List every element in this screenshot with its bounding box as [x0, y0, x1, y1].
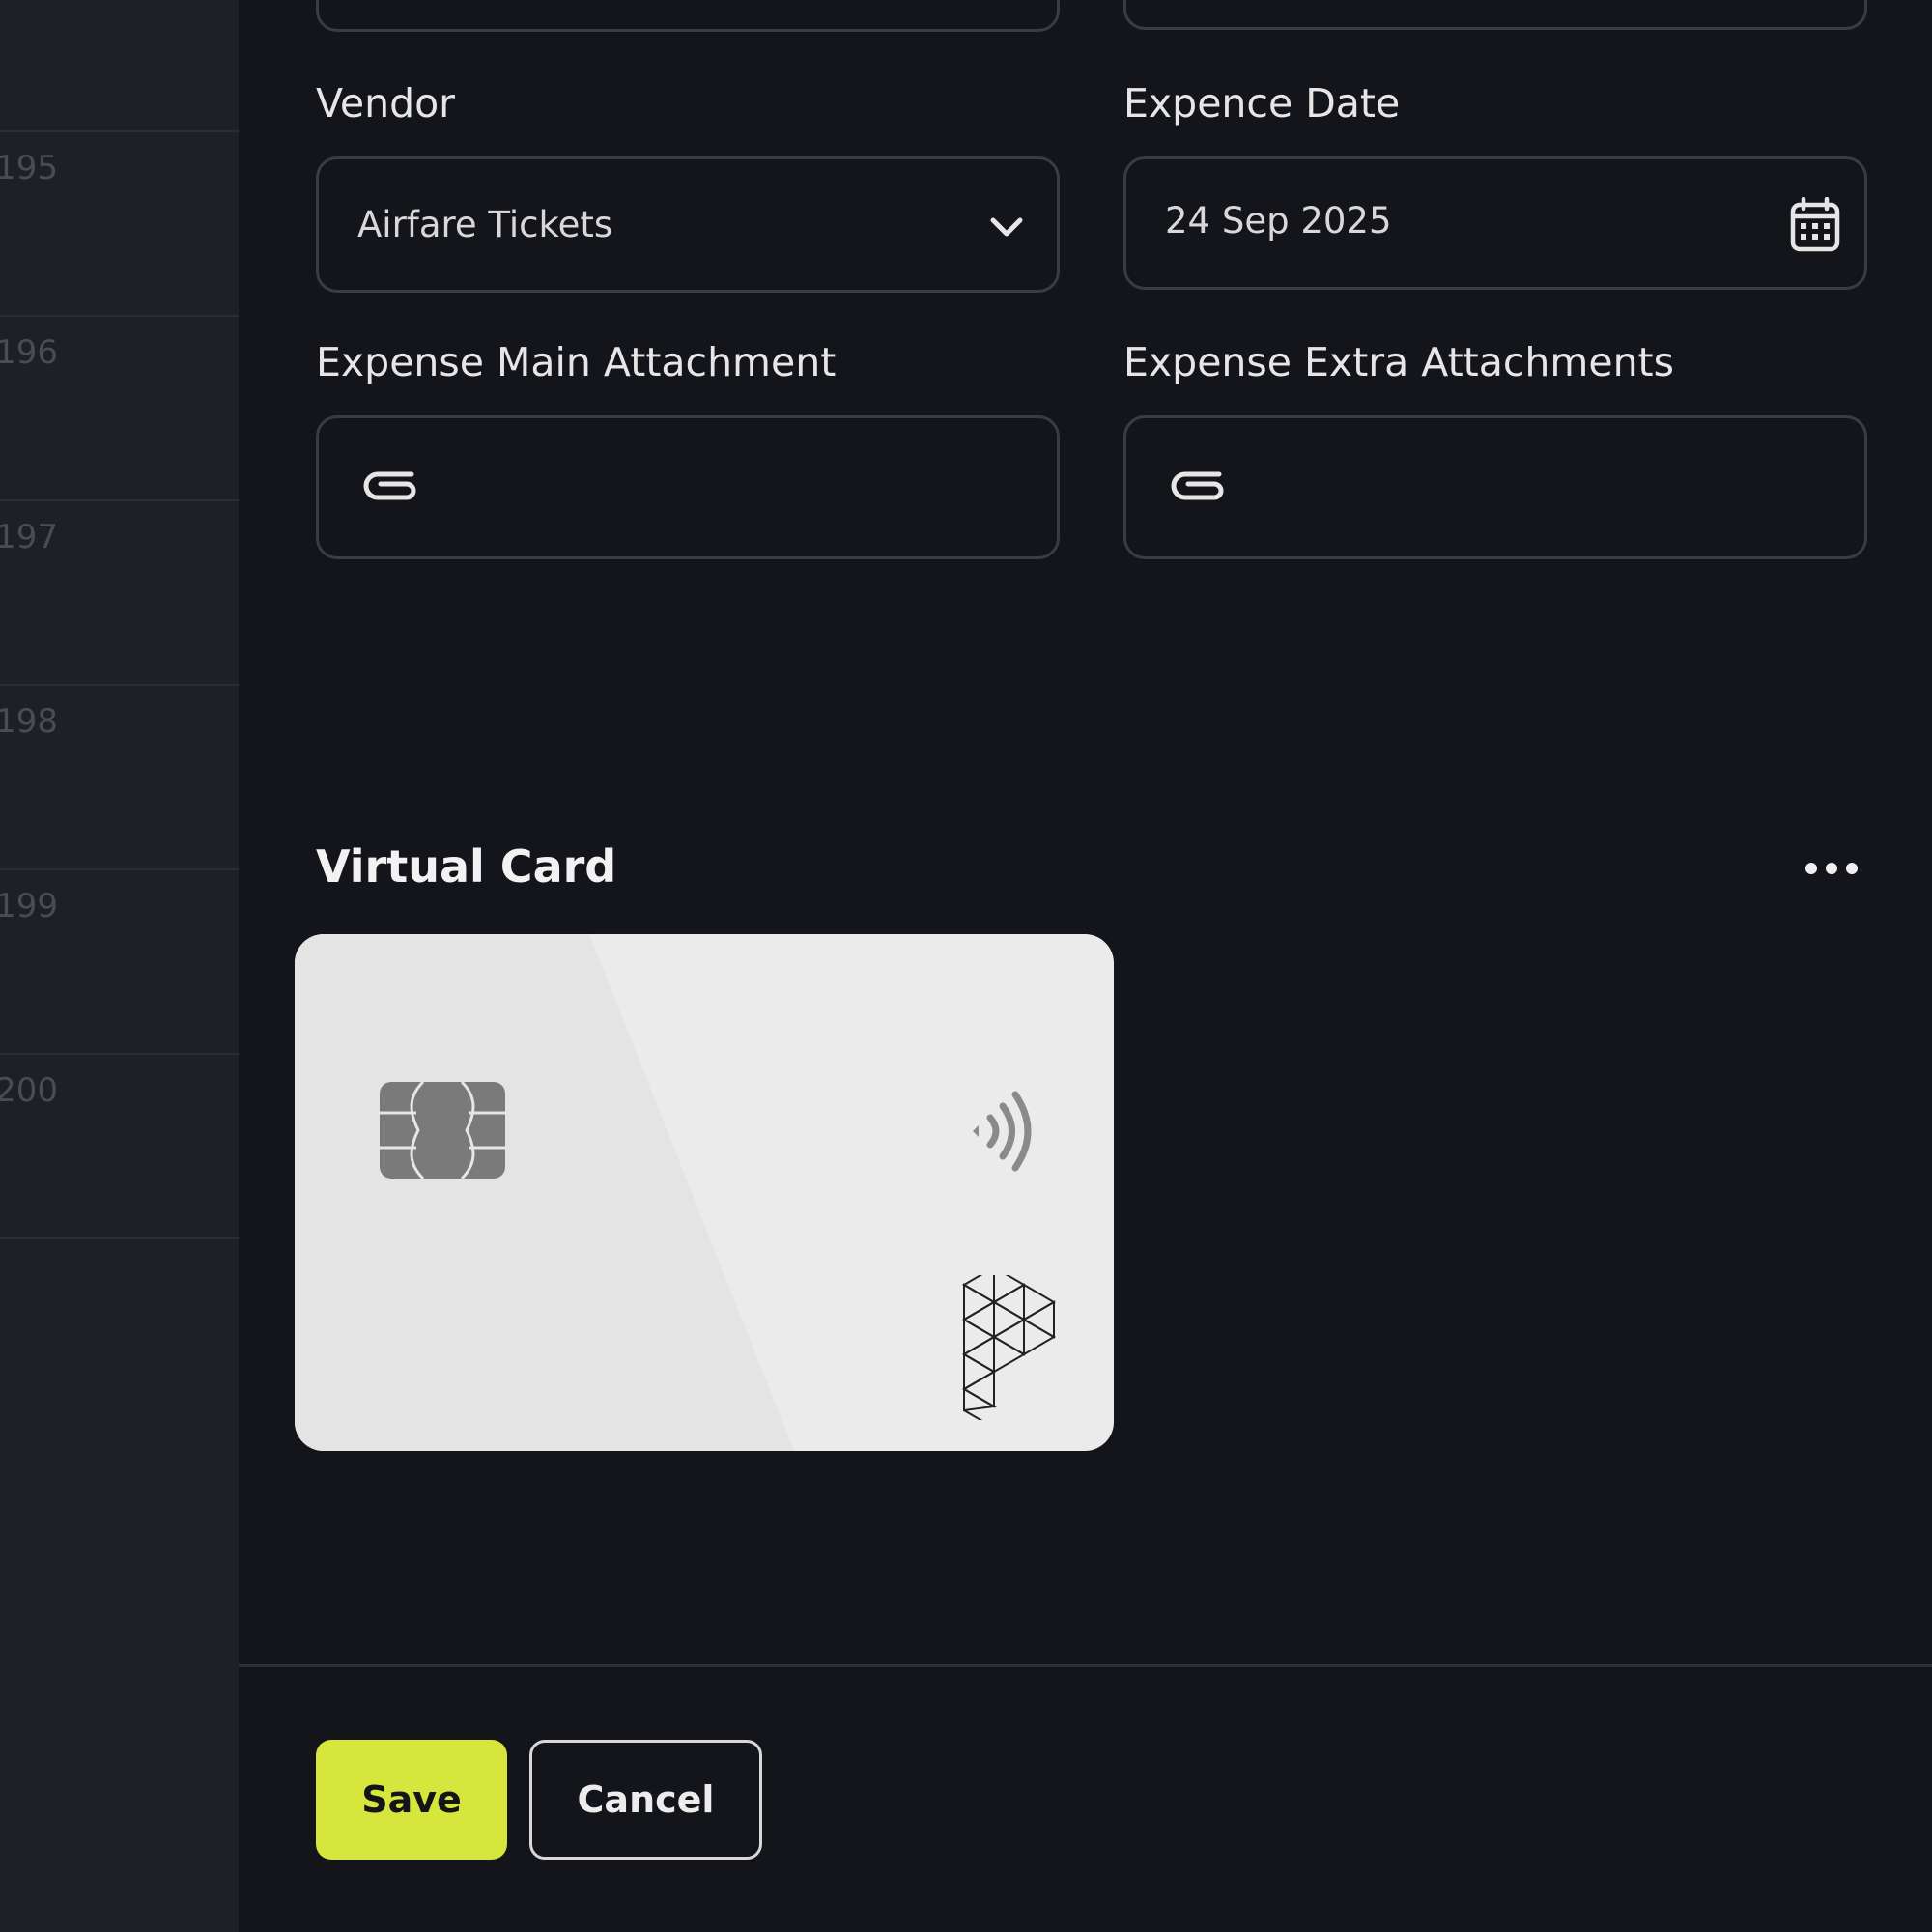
extra-attachments-input[interactable] [1123, 415, 1867, 559]
brand-logo-icon [962, 1275, 1056, 1420]
background-row: 194 [0, 0, 239, 132]
paperclip-icon [1171, 471, 1224, 500]
row-number: 198 [0, 702, 58, 741]
row-number: 196 [0, 333, 58, 372]
expense-date-value: 24 Sep 2025 [1165, 200, 1392, 242]
expense-date-field[interactable]: 24 Sep 2025 [1123, 156, 1867, 290]
card-chip-icon [380, 1082, 505, 1179]
background-row: 196 [0, 317, 239, 501]
previous-field-left[interactable] [316, 0, 1060, 32]
paperclip-icon [363, 471, 416, 500]
background-row: 195 [0, 132, 239, 317]
main-attachment-label: Expense Main Attachment [316, 339, 837, 385]
vendor-select[interactable]: Airfare Tickets [316, 156, 1060, 293]
cancel-button[interactable]: Cancel [529, 1740, 762, 1860]
chevron-down-icon [990, 217, 1023, 237]
vendor-value: Airfare Tickets [357, 204, 613, 245]
main-attachment-input[interactable] [316, 415, 1060, 559]
expense-date-label: Expence Date [1123, 80, 1401, 127]
virtual-card-title: Virtual Card [316, 840, 617, 893]
more-horizontal-icon[interactable] [1803, 857, 1861, 880]
row-number: 200 [0, 1071, 58, 1110]
background-row: 199 [0, 870, 239, 1055]
row-number: 194 [0, 0, 58, 3]
virtual-card[interactable] [295, 934, 1114, 1451]
footer-divider [239, 1664, 1932, 1667]
row-number: 197 [0, 518, 58, 556]
contactless-icon [973, 1091, 1032, 1172]
row-number: 195 [0, 149, 58, 187]
background-list: 194 195 196 197 198 199 200 [0, 0, 240, 1932]
background-row: 200 [0, 1055, 239, 1239]
extra-attachments-label: Expense Extra Attachments [1123, 339, 1674, 385]
background-row: 197 [0, 501, 239, 686]
save-button[interactable]: Save [316, 1740, 507, 1860]
vendor-label: Vendor [316, 80, 456, 127]
calendar-icon[interactable] [1789, 197, 1841, 253]
row-number: 199 [0, 887, 58, 925]
background-row: 198 [0, 686, 239, 870]
previous-field-right[interactable] [1123, 0, 1867, 30]
